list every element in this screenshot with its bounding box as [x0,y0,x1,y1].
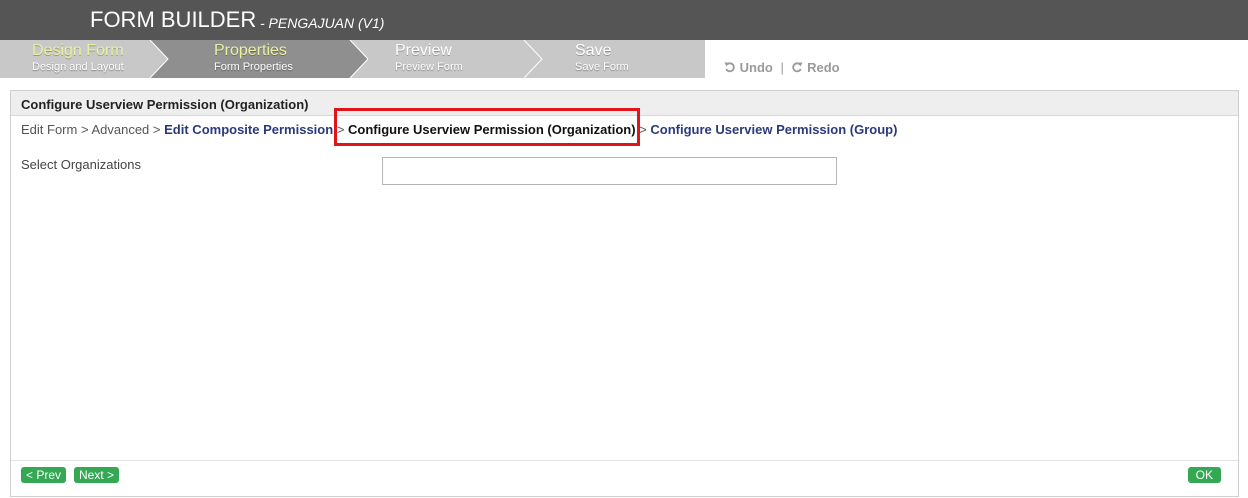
step-sublabel: Design and Layout [32,61,124,73]
breadcrumb-separator: > [152,122,161,137]
toolbar-separator: | [780,60,784,75]
redo-button[interactable]: Redo [791,60,840,75]
step-sublabel: Preview Form [395,61,463,73]
redo-label: Redo [807,60,840,75]
prev-button[interactable]: < Prev [21,467,67,483]
undo-label: Undo [739,60,773,75]
next-button[interactable]: Next > [74,467,120,483]
step-sublabel: Save Form [575,61,629,73]
step-sublabel: Form Properties [214,61,293,73]
step-label: Properties [214,42,287,59]
breadcrumb-item-edit-composite-permission[interactable]: Edit Composite Permission [164,122,333,137]
properties-panel: Configure Userview Permission (Organizat… [10,90,1239,497]
step-preview[interactable]: Preview Preview Form [395,40,515,78]
step-label: Save [575,42,612,59]
select-organizations-input[interactable] [382,157,837,185]
breadcrumb-item-userview-permission-group[interactable]: Configure Userview Permission (Group) [650,122,897,137]
breadcrumb-item-edit-form[interactable]: Edit Form [21,122,77,137]
undo-icon [724,62,735,73]
undo-redo-group: Undo | Redo [724,60,840,75]
breadcrumb-separator: > [80,122,89,137]
redo-icon [792,62,803,73]
breadcrumb-separator: > [639,122,647,137]
undo-button[interactable]: Undo [724,60,776,75]
form-name: - PENGAJUAN (V1) [260,15,385,31]
app-header: FORM BUILDER - PENGAJUAN (V1) [0,0,1248,40]
steps-bar: Design Form Design and Layout Properties… [0,40,1248,78]
chevron-separator-icon [340,40,368,78]
ok-button[interactable]: OK [1187,467,1221,483]
highlight-annotation [334,108,640,146]
step-save[interactable]: Save Save Form [575,40,685,78]
app-title: FORM BUILDER [90,7,257,32]
chevron-separator-icon [523,40,543,78]
step-properties[interactable]: Properties Form Properties [214,40,344,78]
step-label: Preview [395,42,452,59]
step-label: Design Form [32,42,124,59]
select-organizations-label: Select Organizations [21,157,141,172]
panel-footer: < Prev Next > OK [11,460,1238,496]
panel-title: Configure Userview Permission (Organizat… [21,97,309,112]
breadcrumb-item-advanced[interactable]: Advanced [91,122,149,137]
step-design-form[interactable]: Design Form Design and Layout [32,40,162,78]
